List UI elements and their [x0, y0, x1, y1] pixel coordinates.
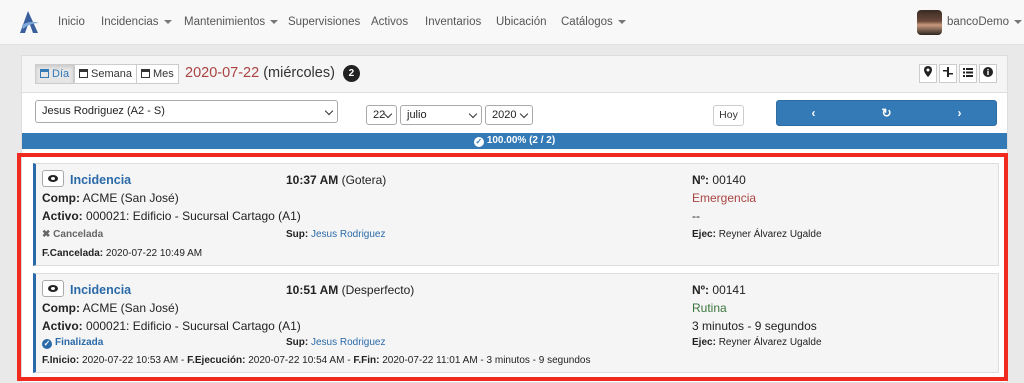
supervisor-link[interactable]: Jesus Rodriguez [311, 229, 385, 240]
current-date: 2020-07-22 [185, 65, 260, 81]
caret-down-icon [1014, 19, 1023, 24]
date-nav-group: ‹ ↻ › [776, 100, 997, 126]
chevron-right-icon[interactable]: › [923, 101, 996, 125]
incident-number: Nº: 00140 [692, 173, 746, 187]
list-icon[interactable] [959, 64, 977, 83]
card-footer-dates: F.Cancelada: 2020-07-22 10:49 AM [42, 248, 203, 259]
incident-title[interactable]: Incidencia [70, 173, 131, 187]
today-button[interactable]: Hoy [713, 105, 744, 126]
map-marker-icon[interactable] [919, 64, 937, 83]
person-select[interactable]: Jesus Rodriguez (A2 - S) [35, 100, 338, 123]
calendar-icon [40, 69, 49, 78]
company: Comp: ACME (San José) [42, 191, 179, 205]
card-footer-dates: F.Inicio: 2020-07-22 10:53 AM - F.Ejecuc… [42, 355, 591, 366]
caret-down-icon [617, 19, 626, 24]
priority-label: Emergencia [692, 191, 757, 205]
executor: Ejec: Reyner Álvarez Ugalde [692, 229, 822, 240]
incident-title[interactable]: Incidencia [70, 283, 131, 297]
eye-icon[interactable] [42, 170, 64, 187]
top-navbar: Inicio Incidencias Mantenimientos Superv… [0, 0, 1024, 45]
incident-time: 10:51 AM (Desperfecto) [286, 283, 415, 297]
status-badge: ✖ Cancelada [42, 229, 104, 240]
panel-header: Día Semana Mes 2020-07-22 (miércoles) 2 [22, 56, 1007, 93]
chevron-left-icon[interactable]: ‹ [777, 101, 850, 125]
supervisor: Sup: Jesus Rodriguez [286, 337, 386, 348]
supervisor-link[interactable]: Jesus Rodriguez [311, 337, 385, 348]
refresh-icon[interactable]: ↻ [850, 101, 923, 125]
check-circle-icon: ✓ [42, 339, 52, 349]
user-avatar[interactable] [917, 10, 942, 35]
progress-bar: ✓ 100.00% (2 / 2) [22, 133, 1007, 149]
asset: Activo: 000021: Edificio - Sucursal Cart… [42, 319, 301, 333]
caret-down-icon [163, 19, 172, 24]
view-day-button[interactable]: Día [35, 64, 75, 84]
nav-catalogos[interactable]: Catálogos [561, 0, 626, 45]
app-logo[interactable] [18, 10, 40, 34]
check-circle-icon: ✓ [473, 137, 484, 147]
chevron-down-icon [519, 109, 529, 119]
sitemap-icon[interactable] [939, 64, 957, 83]
nav-inventarios[interactable]: Inventarios [425, 0, 481, 45]
chevron-down-icon [468, 109, 478, 119]
incident-card[interactable]: Incidencia 10:51 AM (Desperfecto) Nº: 00… [33, 273, 999, 373]
view-month-button[interactable]: Mes [136, 64, 179, 84]
duration: -- [692, 209, 700, 223]
supervisor: Sup: Jesus Rodriguez [286, 229, 386, 240]
info-icon[interactable] [979, 64, 997, 83]
current-weekday: (miércoles) [263, 65, 335, 81]
incident-card[interactable]: Incidencia 10:37 AM (Gotera) Nº: 00140 C… [33, 163, 999, 266]
priority-label: Rutina [692, 301, 727, 315]
nav-ubicacion[interactable]: Ubicación [496, 0, 547, 45]
schedule-panel: Día Semana Mes 2020-07-22 (miércoles) 2 … [21, 55, 1008, 383]
caret-down-icon [270, 19, 279, 24]
close-icon: ✖ [42, 229, 51, 240]
nav-incidencias[interactable]: Incidencias [101, 0, 172, 45]
duration: 3 minutos - 9 segundos [692, 319, 817, 333]
status-badge: ✓ Finalizada [42, 337, 104, 349]
month-select[interactable]: julio [400, 105, 482, 125]
incident-number: Nº: 00141 [692, 283, 746, 297]
user-menu[interactable]: bancoDemo [947, 0, 1023, 45]
nav-inicio[interactable]: Inicio [58, 0, 85, 45]
executor: Ejec: Reyner Álvarez Ugalde [692, 337, 822, 348]
calendar-icon [79, 69, 88, 78]
nav-supervisiones[interactable]: Supervisiones [288, 0, 360, 45]
nav-mantenimientos[interactable]: Mantenimientos [184, 0, 279, 45]
eye-icon[interactable] [42, 280, 64, 297]
company: Comp: ACME (San José) [42, 301, 179, 315]
incident-time: 10:37 AM (Gotera) [286, 173, 387, 187]
view-week-button[interactable]: Semana [74, 64, 137, 84]
asset: Activo: 000021: Edificio - Sucursal Cart… [42, 209, 301, 223]
day-select[interactable]: 22 [366, 105, 397, 125]
nav-activos[interactable]: Activos [371, 0, 408, 45]
year-select[interactable]: 2020 [485, 105, 533, 125]
chevron-down-icon [324, 106, 334, 116]
calendar-icon [141, 69, 150, 78]
page-title: 2020-07-22 (miércoles) 2 [185, 65, 360, 82]
count-badge: 2 [342, 65, 360, 82]
